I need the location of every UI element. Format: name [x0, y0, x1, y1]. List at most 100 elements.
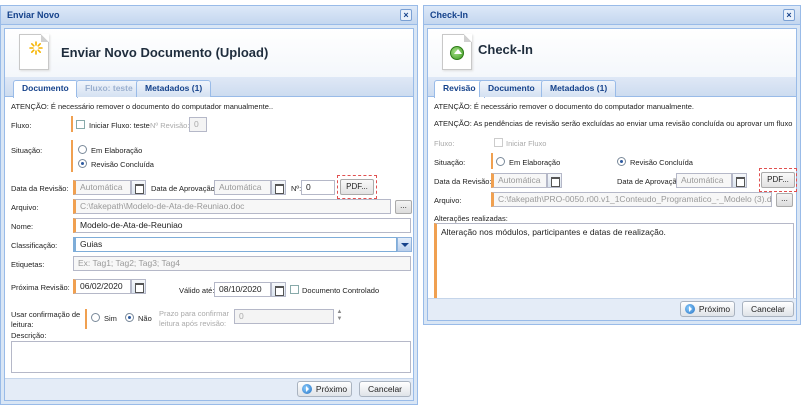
proximo-button[interactable]: Próximo [297, 381, 352, 397]
classificacao-select[interactable]: Guias [73, 237, 397, 252]
tab-metadados[interactable]: Metadados (1) [136, 80, 212, 97]
cancelar-button[interactable]: Cancelar [742, 301, 794, 317]
calendar-icon[interactable] [131, 180, 146, 195]
documento-controlado-label: Documento Controlado [302, 286, 380, 295]
sim-label: Sim [104, 314, 117, 323]
arquivo-input[interactable]: C:\fakepath\Modelo-de-Ata-de-Reuniao.doc [73, 199, 391, 214]
proxima-revisao-label: Próxima Revisão: [11, 283, 70, 292]
n-revisao-label: Nº Revisão: [150, 121, 190, 130]
enviar-novo-dialog: Enviar Novo × Enviar Novo Documento (Upl… [0, 5, 418, 405]
tab-documento[interactable]: Documento [479, 80, 544, 97]
arrow-right-icon [301, 384, 312, 394]
tab-revisao[interactable]: Revisão [434, 80, 485, 98]
data-revisao-input[interactable]: Automática [73, 180, 131, 195]
tab-fluxo[interactable]: Fluxo: teste [76, 80, 142, 97]
n-label: Nº: [291, 184, 302, 193]
tab-documento[interactable]: Documento [13, 80, 78, 98]
calendar-icon[interactable] [131, 279, 146, 294]
iniciar-fluxo-checkbox[interactable] [76, 120, 85, 129]
arquivo-label: Arquivo: [11, 203, 39, 212]
cancelar-button[interactable]: Cancelar [359, 381, 411, 397]
iniciar-fluxo-checkbox[interactable] [494, 138, 503, 147]
required-marker [71, 116, 73, 132]
dialog-body: Check-In Revisão Documento Metadados (1)… [427, 28, 797, 321]
browse-button[interactable]: ... [395, 200, 412, 214]
revisao-concluida-radio[interactable] [78, 159, 87, 168]
proximo-button[interactable]: Próximo [680, 301, 735, 317]
documento-controlado-checkbox[interactable] [290, 285, 299, 294]
sim-radio[interactable] [91, 313, 100, 322]
calendar-icon[interactable] [732, 173, 747, 188]
warning-text-2: ATENÇÃO: As pendências de revisão serão … [434, 119, 793, 128]
warning-text: ATENÇÃO: É necessário remover o document… [11, 102, 274, 111]
revisao-concluida-radio[interactable] [617, 157, 626, 166]
situacao-label: Situação: [434, 158, 466, 167]
data-aprovacao-input[interactable]: Automática [676, 173, 732, 188]
fluxo-label: Fluxo: [434, 139, 455, 148]
close-icon[interactable]: × [400, 9, 412, 21]
etiquetas-input[interactable]: Ex: Tag1; Tag2; Tag3; Tag4 [73, 256, 411, 271]
em-elaboracao-label: Em Elaboração [509, 158, 561, 167]
dialog-title: Enviar Novo [7, 10, 60, 20]
dialog-header: Check-In [428, 29, 796, 77]
warning-text: ATENÇÃO: É necessário remover o document… [434, 102, 694, 111]
etiquetas-label: Etiquetas: [11, 260, 45, 269]
nao-label: Não [138, 314, 152, 323]
situacao-label: Situação: [11, 146, 43, 155]
data-aprovacao-input[interactable]: Automática [214, 180, 271, 195]
nome-label: Nome: [11, 222, 34, 231]
proximo-label: Próximo [698, 304, 731, 314]
em-elaboracao-radio[interactable] [496, 157, 505, 166]
required-marker [491, 153, 493, 169]
dialog-titlebar[interactable]: Enviar Novo × [1, 6, 417, 25]
page-title: Enviar Novo Documento (Upload) [61, 45, 269, 60]
calendar-icon[interactable] [547, 173, 562, 188]
calendar-icon[interactable] [271, 282, 286, 297]
dialog-title: Check-In [430, 10, 469, 20]
page-title: Check-In [478, 42, 533, 57]
valido-ate-label: Válido até: [179, 286, 215, 295]
em-elaboracao-radio[interactable] [78, 145, 87, 154]
dialog-footer: Próximo Cancelar [5, 378, 413, 400]
tab-bar: Revisão Documento Metadados (1) [428, 77, 796, 98]
classificacao-label: Classificação: [11, 241, 58, 250]
fluxo-label: Fluxo: [11, 121, 32, 130]
calendar-icon[interactable] [271, 180, 286, 195]
sparkle-icon [29, 41, 43, 55]
required-marker [85, 309, 87, 329]
nome-input[interactable]: Modelo-de-Ata-de-Reuniao [73, 218, 411, 233]
proximo-label: Próximo [315, 384, 348, 394]
chevron-down-icon[interactable] [397, 237, 412, 252]
pdf-button[interactable]: PDF... [761, 172, 795, 188]
prazo-input[interactable]: 0 [234, 309, 334, 324]
tab-bar: Documento Fluxo: teste Metadados (1) [5, 77, 413, 98]
tab-metadados[interactable]: Metadados (1) [541, 80, 617, 97]
arrow-right-icon [684, 304, 695, 314]
arquivo-input[interactable]: C:\fakepath\PRO-0050.r00.v1_1Conteudo_Pr… [491, 192, 772, 207]
close-icon[interactable]: × [783, 9, 795, 21]
revisao-concluida-label: Revisão Concluída [630, 158, 693, 167]
spinner-icon[interactable]: ▲ ▼ [335, 309, 344, 324]
data-revisao-input[interactable]: Automática [491, 173, 547, 188]
em-elaboracao-label: Em Elaboração [91, 146, 143, 155]
valido-ate-input[interactable]: 08/10/2020 [214, 282, 271, 297]
proxima-revisao-input[interactable]: 06/02/2020 [73, 279, 131, 294]
iniciar-fluxo-label: Iniciar Fluxo: teste [89, 121, 150, 130]
nao-radio[interactable] [125, 313, 134, 322]
alteracoes-label: Alterações realizadas: [434, 214, 508, 223]
n-input[interactable]: 0 [301, 180, 335, 195]
dialog-body: Enviar Novo Documento (Upload) Documento… [4, 28, 414, 401]
alteracoes-textarea[interactable]: Alteração nos módulos, participantes e d… [434, 223, 794, 299]
new-document-icon [19, 34, 49, 70]
required-marker [71, 140, 73, 172]
data-aprovacao-label: Data de Aprovação: [151, 184, 217, 193]
descricao-label: Descrição: [11, 331, 47, 340]
dialog-titlebar[interactable]: Check-In × [424, 6, 800, 25]
revisao-concluida-label: Revisão Concluída [91, 160, 154, 169]
pdf-button[interactable]: PDF... [340, 179, 374, 195]
dialog-header: Enviar Novo Documento (Upload) [5, 29, 413, 77]
descricao-textarea[interactable] [11, 341, 411, 373]
data-revisao-label: Data da Revisão: [11, 184, 69, 193]
n-revisao-input[interactable]: 0 [189, 117, 207, 132]
browse-button[interactable]: ... [776, 193, 793, 207]
